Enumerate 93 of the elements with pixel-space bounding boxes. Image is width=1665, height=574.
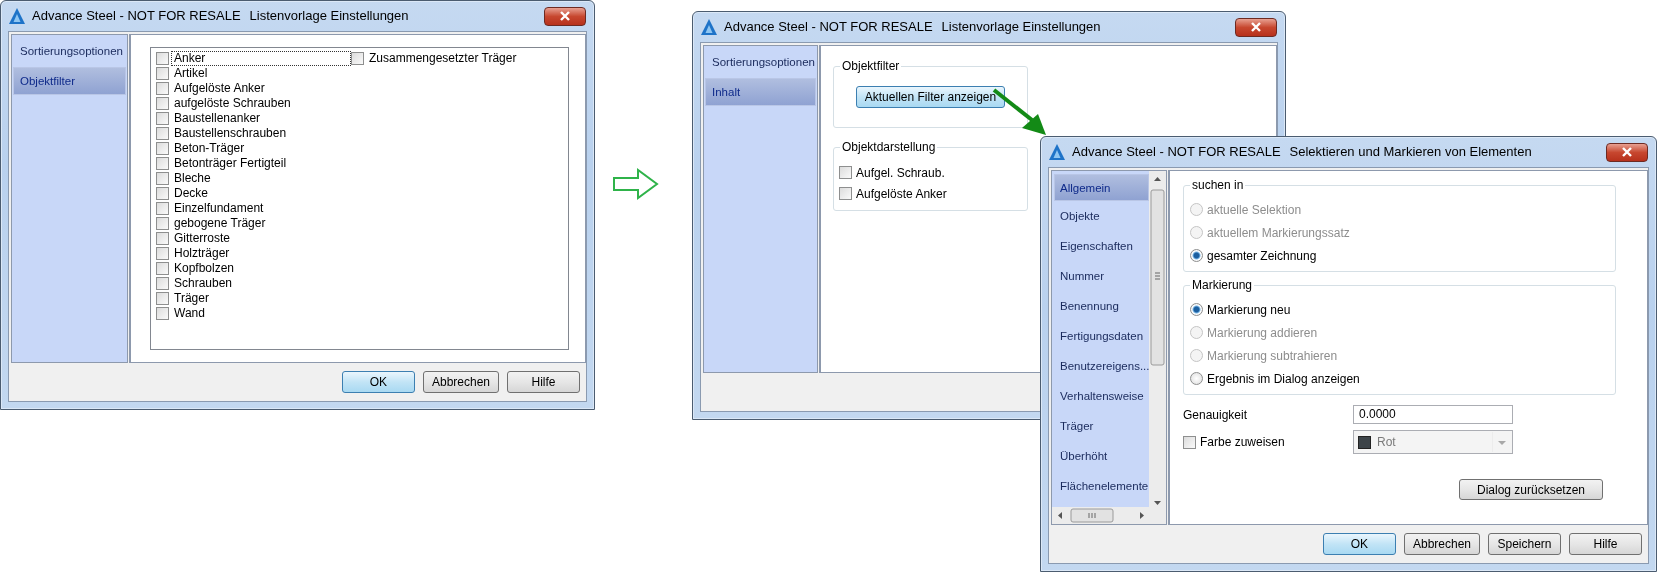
checkbox[interactable] [156, 67, 169, 80]
sidebar-item[interactable]: Inhalt [705, 78, 816, 106]
horizontal-scrollbar[interactable] [1052, 507, 1166, 524]
group-title: Objektdarstellung [840, 140, 938, 154]
checkbox-label[interactable]: Gitterroste [171, 231, 233, 246]
checkbox[interactable] [156, 82, 169, 95]
checkbox[interactable] [156, 277, 169, 290]
checkbox-label[interactable]: Betonträger Fertigteil [171, 156, 290, 171]
dropdown-value: Rot [1377, 434, 1397, 451]
checkbox-label[interactable]: Decke [171, 186, 211, 201]
checkbox-label[interactable]: Aufgelöste Anker [856, 184, 947, 203]
checkbox-label[interactable]: Wand [171, 306, 208, 321]
app-logo-icon [700, 18, 718, 36]
radio-label[interactable]: gesamter Zeichnung [1207, 246, 1317, 265]
checkbox[interactable] [156, 217, 169, 230]
checkbox-label[interactable]: Aufgelöste Anker [171, 81, 268, 96]
checkbox[interactable] [156, 112, 169, 125]
close-button[interactable] [1606, 142, 1648, 162]
close-icon [1621, 147, 1633, 157]
dialog-button[interactable]: Hilfe [507, 371, 580, 393]
dialog-button[interactable]: Aktuellen Filter anzeigen [855, 86, 1006, 108]
checkbox[interactable] [156, 157, 169, 170]
dialog-button[interactable]: OK [341, 371, 415, 393]
sidebar-item[interactable]: Allgemein [1054, 174, 1149, 201]
checkbox-label[interactable]: Bleche [171, 171, 214, 186]
checkbox[interactable] [156, 97, 169, 110]
checkbox[interactable] [156, 172, 169, 185]
checkbox[interactable] [156, 127, 169, 140]
hollow-arrow-icon [612, 168, 660, 200]
sidebar-item[interactable]: Träger [1054, 411, 1149, 441]
reset-button[interactable]: Dialog zurücksetzen [1459, 479, 1603, 500]
sidebar-item[interactable]: Nummer [1054, 261, 1149, 291]
close-button[interactable] [1235, 17, 1277, 37]
checkbox[interactable] [156, 202, 169, 215]
radio-button[interactable] [1190, 249, 1203, 262]
checkbox-label[interactable]: Baustellenanker [171, 111, 264, 126]
sidebar-item[interactable]: Benutzereigens... [1054, 351, 1149, 381]
app-logo-icon [8, 7, 26, 25]
checkbox-label[interactable]: Zusammengesetzter Träger [366, 51, 520, 66]
checkbox[interactable] [351, 52, 364, 65]
checkbox[interactable] [156, 262, 169, 275]
checkbox[interactable] [839, 187, 852, 200]
radio-label[interactable]: Markierung neu [1207, 300, 1291, 319]
sidebar-item[interactable]: Flächenelemente [1054, 471, 1149, 501]
sidebar-item[interactable]: Objekte [1054, 201, 1149, 231]
radio-button[interactable] [1190, 372, 1203, 385]
close-icon [559, 11, 571, 21]
checkbox[interactable] [156, 142, 169, 155]
sidebar-item[interactable]: Objektfilter [13, 67, 126, 95]
window-title: Advance Steel - NOT FOR RESALE Listenvorlage Einstellungen [724, 18, 1102, 37]
checkbox[interactable] [156, 247, 169, 260]
checkbox[interactable] [839, 166, 852, 179]
close-icon [1250, 22, 1262, 32]
checkbox-label[interactable]: Einzelfundament [171, 201, 267, 216]
checkbox-label[interactable]: Artikel [171, 66, 211, 81]
sidebar-item[interactable]: Sortierungsoptionen [705, 48, 816, 76]
checkbox-label[interactable]: Kopfbolzen [171, 261, 238, 276]
sidebar-item[interactable]: Verhaltensweise [1054, 381, 1149, 411]
checkbox-label[interactable]: aufgelöste Schrauben [171, 96, 294, 111]
group-title: Objektfilter [840, 59, 902, 73]
checkbox-label[interactable]: Holzträger [171, 246, 233, 261]
checkbox[interactable] [156, 52, 169, 65]
app-logo-icon [1048, 143, 1066, 161]
sidebar-item[interactable]: Überhöht [1054, 441, 1149, 471]
radio-label[interactable]: Ergebnis im Dialog anzeigen [1207, 369, 1360, 388]
sidebar-item[interactable]: Eigenschaften [1054, 231, 1149, 261]
checkbox[interactable] [156, 307, 169, 320]
checkbox-label[interactable]: Anker [171, 51, 351, 66]
checkbox-label[interactable]: Schrauben [171, 276, 236, 291]
checkbox[interactable] [156, 232, 169, 245]
checkbox-label[interactable]: Aufgel. Schraub. [856, 163, 945, 182]
sidebar-item[interactable]: Sortierungsoptionen [13, 37, 126, 65]
window-title: Advance Steel - NOT FOR RESALE Listenvorlage Einstellungen [32, 7, 410, 26]
checkbox-label[interactable]: Beton-Träger [171, 141, 248, 156]
dialog-button[interactable]: Speichern [1488, 533, 1561, 555]
group-title: Markierung [1190, 278, 1255, 292]
dialog-button[interactable]: Hilfe [1569, 533, 1642, 555]
checkbox[interactable] [156, 187, 169, 200]
checkbox-label[interactable]: Baustellenschrauben [171, 126, 290, 141]
dialog-button[interactable]: OK [1322, 533, 1396, 555]
text-field[interactable]: 0.0000 [1353, 405, 1513, 424]
checkbox[interactable] [156, 292, 169, 305]
group-title: suchen in [1190, 178, 1246, 192]
sidebar-item[interactable]: Fertigungsdaten [1054, 321, 1149, 351]
close-button[interactable] [544, 6, 586, 26]
radio-button[interactable] [1190, 303, 1203, 316]
checkbox-label[interactable]: Träger [171, 291, 212, 306]
dialog-button[interactable]: Abbrechen [422, 371, 499, 393]
dialog-button[interactable]: Abbrechen [1403, 533, 1480, 555]
checkbox-label[interactable]: gebogene Träger [171, 216, 269, 231]
field-label: Genauigkeit [1183, 406, 1249, 424]
sidebar-item[interactable]: Benennung [1054, 291, 1149, 321]
window-title: Advance Steel - NOT FOR RESALE Selektieren und Markieren von Elementen [1072, 143, 1533, 162]
